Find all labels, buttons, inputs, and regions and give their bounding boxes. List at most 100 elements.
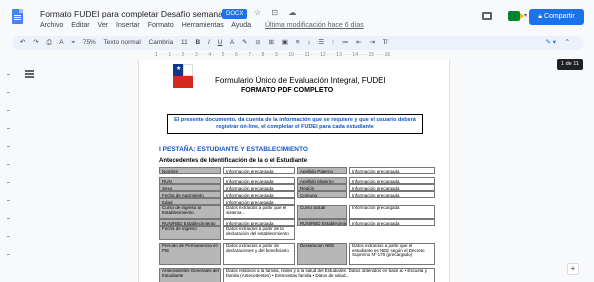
field-value: Información precargada xyxy=(349,167,435,174)
table-row: RUN/RBD Establecimiento Información prec… xyxy=(159,219,435,226)
government-logo: ★ xyxy=(173,64,193,88)
menu-herramientas[interactable]: Herramientas xyxy=(182,22,224,29)
student-table: Nombre Información precargada Apellido P… xyxy=(159,167,435,282)
field-value: Información precargada xyxy=(349,184,435,191)
checklist-icon[interactable]: ☰ xyxy=(318,39,324,46)
meet-icon[interactable] xyxy=(508,11,524,21)
star-move-cloud-icons[interactable]: ☆ ⊡ ☁ xyxy=(254,8,300,17)
bulleted-list-icon[interactable]: ⁝ xyxy=(332,39,334,46)
field-value: Datos extraídos a partir que el sistema.… xyxy=(223,205,295,219)
table-row: Curso de ingreso al Establecimiento Dato… xyxy=(159,205,435,219)
field-label: Apellido Materno xyxy=(297,177,347,184)
form-title: Formulario Único de Evaluación Integral,… xyxy=(215,76,386,85)
field-label: Sexo xyxy=(159,184,221,191)
menu-formato[interactable]: Formato xyxy=(148,22,174,29)
share-label: Compartir xyxy=(543,13,575,20)
highlight-icon[interactable]: ✎ xyxy=(242,39,247,46)
field-label: Apellido Paterno xyxy=(297,167,347,174)
menu-insertar[interactable]: Insertar xyxy=(116,22,140,29)
file-type-badge: DOCX xyxy=(222,9,248,19)
font-select[interactable]: Cambria xyxy=(149,39,174,46)
field-label: Curso de ingreso al Establecimiento xyxy=(159,205,221,219)
field-label: Antecedentes Generales del Estudiante xyxy=(159,268,221,282)
collapse-menu-icon[interactable]: ⌃ xyxy=(565,36,570,50)
table-row: Fecha de nacimiento Información precarga… xyxy=(159,191,435,198)
field-value: Información precargada xyxy=(349,177,435,184)
insert-image-icon[interactable]: ▣ xyxy=(282,39,288,46)
field-label: RUN/RBD Establecimiento xyxy=(159,219,221,226)
page-count-tooltip: 1 de 11 xyxy=(557,59,583,70)
star-icon: ★ xyxy=(176,66,182,72)
menu-archivo[interactable]: Archivo xyxy=(40,22,63,29)
undo-icon[interactable]: ↶ xyxy=(20,39,25,46)
decrease-indent-icon[interactable]: ⇤ xyxy=(356,39,361,46)
explore-button[interactable]: + xyxy=(567,263,579,275)
docs-window: Formato FUDEI para completar Desafío sem… xyxy=(0,0,594,282)
table-row: Sexo Información precargada Región Infor… xyxy=(159,184,435,191)
field-value: Datos extraídos a partir que el estudian… xyxy=(349,243,435,265)
share-button[interactable]: 🔒︎ Compartir xyxy=(529,9,584,25)
field-value: Información precargada xyxy=(223,177,295,184)
lock-icon: 🔒︎ xyxy=(538,13,543,20)
field-label: Región xyxy=(297,184,347,191)
vertical-ruler[interactable] xyxy=(6,62,12,262)
align-icon[interactable]: ≡ xyxy=(296,39,300,46)
field-value: Datos extraídos a partir de declaracione… xyxy=(223,243,295,265)
italic-button[interactable]: I xyxy=(208,39,210,46)
redo-icon[interactable]: ↷ xyxy=(33,39,38,46)
line-spacing-icon[interactable]: ↕ xyxy=(307,39,310,46)
paint-format-icon[interactable]: ⌖ xyxy=(71,39,75,46)
table-row: Fecha de ingreso Datos extraídos a parti… xyxy=(159,226,435,240)
document-outline-icon[interactable] xyxy=(25,70,34,78)
chevron-down-icon[interactable]: ▾ xyxy=(524,12,527,19)
field-value: Información precargada xyxy=(223,184,295,191)
document-title[interactable]: Formato FUDEI para completar Desafío sem… xyxy=(40,9,230,19)
toolbar: ↶ ↷ ⎙ A ⌖ 75% Texto normal Cambria 11 B … xyxy=(12,36,584,50)
underline-button[interactable]: U xyxy=(218,39,223,46)
link-icon[interactable]: ⊝ xyxy=(255,39,260,46)
table-row: Nombre Información precargada Apellido P… xyxy=(159,167,435,174)
bold-button[interactable]: B xyxy=(196,39,201,46)
section-heading: I PESTAÑA: ESTUDIANTE Y ESTABLECIMIENTO xyxy=(159,146,308,153)
form-subtitle: FORMATO PDF COMPLETO xyxy=(241,87,334,94)
editing-mode-button[interactable]: ✎ ▾ xyxy=(545,36,556,50)
spellcheck-icon[interactable]: A xyxy=(59,39,63,46)
field-label: Fecha de ingreso xyxy=(159,226,221,240)
menu-bar: Archivo Editar Ver Insertar Formato Herr… xyxy=(40,22,370,29)
table-row: Edad Información precargada xyxy=(159,198,435,205)
document-page[interactable]: ★ Formulario Único de Evaluación Integra… xyxy=(138,60,450,282)
menu-ver[interactable]: Ver xyxy=(98,22,109,29)
clear-format-icon[interactable]: T̸ xyxy=(383,39,387,46)
field-value: Datos relativos a la familia, redes y a … xyxy=(223,268,435,282)
field-value: Información precargada xyxy=(349,205,435,219)
menu-editar[interactable]: Editar xyxy=(71,22,89,29)
zoom-select[interactable]: 75% xyxy=(83,39,96,46)
field-value: Información precargada xyxy=(223,191,295,198)
comment-history-icon[interactable] xyxy=(482,12,492,20)
horizontal-ruler[interactable]: 1 · · · 1 · · · 2 · · · 3 · · · 4 · · · … xyxy=(155,51,438,59)
numbered-list-icon[interactable]: ≔ xyxy=(342,39,349,46)
docs-home-icon[interactable] xyxy=(12,9,23,24)
text-color-icon[interactable]: A xyxy=(230,39,234,46)
field-label: Fecha de nacimiento xyxy=(159,191,221,198)
field-label: Período de Permanencia en PIE xyxy=(159,243,221,265)
font-size-input[interactable]: 11 xyxy=(181,39,188,46)
field-value: Información precargada xyxy=(223,167,295,174)
field-value: Información precargada xyxy=(349,219,435,226)
field-label: Curso actual xyxy=(297,205,347,219)
field-value: Información precargada xyxy=(349,191,435,198)
print-icon[interactable]: ⎙ xyxy=(47,39,52,46)
title-bar: Formato FUDEI para completar Desafío sem… xyxy=(0,0,594,34)
menu-ayuda[interactable]: Ayuda xyxy=(231,22,251,29)
add-comment-icon[interactable]: ⊞ xyxy=(269,39,274,46)
subsection-heading: Antecedentes de Identificación de la o e… xyxy=(159,158,308,164)
style-select[interactable]: Texto normal xyxy=(104,39,141,46)
table-row: RUN Información precargada Apellido Mate… xyxy=(159,177,435,184)
last-edit-link[interactable]: Última modificación hace 6 días xyxy=(265,22,364,29)
increase-indent-icon[interactable]: ⇥ xyxy=(370,39,375,46)
field-label: RUN/RBD Establecimiento xyxy=(297,219,347,226)
field-label: Comuna xyxy=(297,191,347,198)
field-label: RUN xyxy=(159,177,221,184)
table-row: Período de Permanencia en PIE Datos extr… xyxy=(159,243,435,265)
table-row: Antecedentes Generales del Estudiante Da… xyxy=(159,268,435,282)
